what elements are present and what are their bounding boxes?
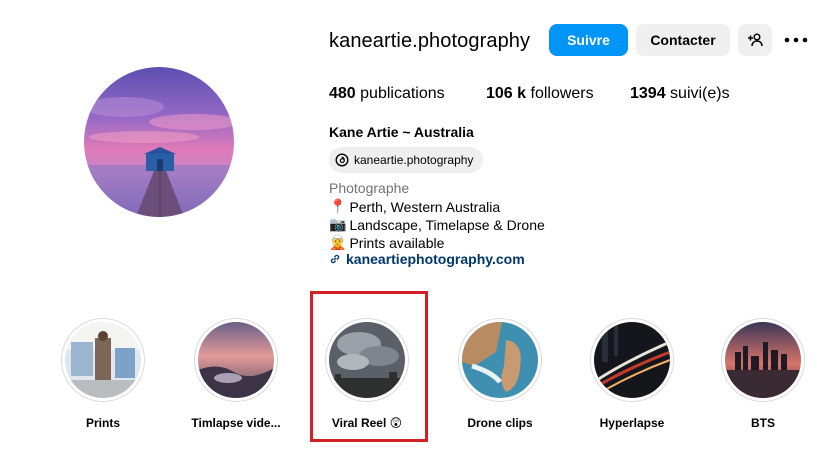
threads-handle: kaneartie.photography	[354, 153, 474, 167]
posts-count: 480 publications	[329, 85, 445, 103]
following-count[interactable]: 1394 suivi(e)s	[630, 85, 730, 103]
highlight-label: Viral Reel 😲	[331, 416, 403, 430]
highlight-label: BTS	[751, 416, 775, 430]
followers-count[interactable]: 106 k followers	[486, 85, 594, 103]
highlight-bts[interactable]: BTS	[698, 318, 828, 430]
bio-location-text: Perth, Western Australia	[349, 198, 501, 215]
highlight-ring	[325, 318, 409, 402]
highlight-ring	[590, 318, 674, 402]
bio-prints-text: Prints available	[349, 234, 445, 251]
following-count-value: 1394	[630, 85, 666, 102]
follow-button[interactable]: Suivre	[549, 24, 628, 56]
followers-count-label: followers	[530, 85, 594, 102]
posts-count-value: 480	[329, 85, 356, 102]
highlight-cover-bts	[725, 322, 801, 398]
highlight-prints[interactable]: Prints	[38, 318, 168, 430]
highlight-label: Drone clips	[467, 416, 533, 430]
highlight-cover-viral-reel	[329, 322, 405, 398]
avatar-image	[84, 67, 234, 217]
highlight-cover-prints	[65, 322, 141, 398]
elf-emoji-icon: 🧝	[329, 234, 347, 250]
highlight-label: Timlapse vide...	[191, 416, 281, 430]
link-icon	[330, 254, 340, 264]
threads-badge[interactable]: kaneartie.photography	[329, 147, 484, 173]
posts-count-label: publications	[360, 85, 445, 102]
highlight-timelapse[interactable]: Timlapse vide...	[171, 318, 301, 430]
following-count-label: suivi(e)s	[670, 85, 730, 102]
bio-prints: 🧝 Prints available	[329, 234, 444, 251]
highlight-ring	[61, 318, 145, 402]
bio-specialties: 📷 Landscape, Timelapse & Drone	[329, 216, 545, 233]
more-options-button[interactable]	[783, 29, 809, 51]
threads-icon	[335, 153, 349, 167]
highlight-cover-drone-clips	[462, 322, 538, 398]
pin-emoji-icon: 📍	[329, 198, 347, 214]
profile-website-link[interactable]: kaneartiephotography.com	[329, 251, 525, 267]
highlight-ring	[721, 318, 805, 402]
highlight-ring	[194, 318, 278, 402]
highlight-viral-reel[interactable]: Viral Reel 😲	[302, 318, 432, 430]
suggest-users-button[interactable]	[738, 24, 772, 56]
highlight-label: Prints	[85, 416, 120, 430]
profile-website-text: kaneartiephotography.com	[346, 251, 525, 267]
bio-specialties-text: Landscape, Timelapse & Drone	[349, 216, 545, 233]
profile-category: Photographe	[329, 180, 410, 196]
highlight-drone-clips[interactable]: Drone clips	[435, 318, 565, 430]
followers-count-value: 106 k	[486, 85, 527, 102]
highlight-label: Hyperlapse	[599, 416, 665, 430]
profile-username: kaneartie.photography	[329, 30, 531, 52]
highlight-ring	[458, 318, 542, 402]
more-horizontal-icon	[784, 37, 808, 43]
camera-emoji-icon: 📷	[329, 216, 347, 232]
highlight-cover-hyperlapse	[594, 322, 670, 398]
highlight-hyperlapse[interactable]: Hyperlapse	[567, 318, 697, 430]
profile-full-name: Kane Artie ~ Australia	[329, 124, 474, 140]
contact-button[interactable]: Contacter	[636, 24, 730, 56]
add-person-icon	[748, 33, 763, 47]
bio-location: 📍 Perth, Western Australia	[329, 198, 500, 215]
highlight-cover-timelapse	[198, 322, 274, 398]
profile-avatar[interactable]	[84, 67, 234, 217]
